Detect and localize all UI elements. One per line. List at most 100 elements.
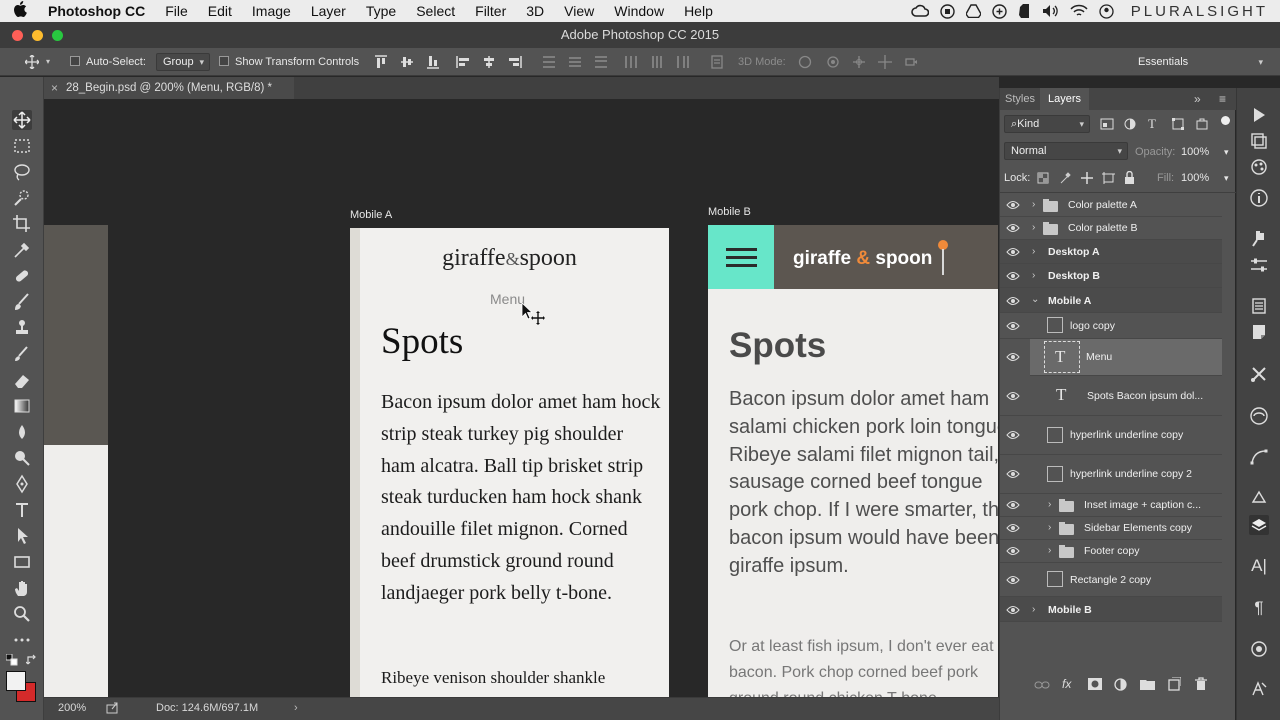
layer-row-color-palette-a[interactable]: › Color palette A bbox=[1000, 194, 1222, 217]
creative-cloud-icon[interactable] bbox=[911, 4, 929, 18]
eye-icon[interactable] bbox=[1006, 523, 1020, 533]
workspace-switcher[interactable]: Essentials ▾ bbox=[1131, 53, 1269, 71]
history-brush-tool-icon[interactable] bbox=[12, 344, 32, 364]
artboard-b-label[interactable]: Mobile B bbox=[708, 206, 751, 218]
tab-styles[interactable]: Styles bbox=[1005, 88, 1035, 110]
menu-app-name[interactable]: Photoshop CC bbox=[40, 0, 155, 22]
filter-shape-icon[interactable] bbox=[1172, 118, 1184, 130]
marquee-tool-icon[interactable] bbox=[12, 136, 32, 156]
dodge-tool-icon[interactable] bbox=[12, 448, 32, 468]
adjustment-layer-icon[interactable] bbox=[1114, 678, 1127, 691]
eye-icon[interactable] bbox=[1006, 321, 1020, 331]
blur-tool-icon[interactable] bbox=[12, 422, 32, 442]
move-tool-icon[interactable] bbox=[12, 110, 32, 130]
layer-row-desktop-a[interactable]: › Desktop A bbox=[1000, 240, 1222, 264]
character-icon[interactable]: A| bbox=[1249, 556, 1269, 576]
close-window-button[interactable] bbox=[12, 30, 23, 41]
swatches-icon[interactable] bbox=[1249, 639, 1269, 659]
expand-arrow-icon[interactable]: › bbox=[1032, 270, 1035, 281]
layer-row-color-palette-b[interactable]: › Color palette B bbox=[1000, 217, 1222, 240]
rectangle-tool-icon[interactable] bbox=[12, 552, 32, 572]
trash-icon[interactable] bbox=[1195, 677, 1207, 691]
layer-row-mobile-a[interactable]: ⌄ Mobile A bbox=[1000, 288, 1222, 313]
layer-row-logo-copy[interactable]: logo copy bbox=[1000, 313, 1222, 339]
new-layer-icon[interactable] bbox=[1168, 677, 1181, 691]
brush-settings-icon[interactable] bbox=[1249, 229, 1269, 249]
panel-menu-icon[interactable]: ≡ bbox=[1219, 88, 1226, 110]
swap-colors-icon[interactable] bbox=[26, 654, 38, 666]
menu-type[interactable]: Type bbox=[356, 0, 406, 22]
notes-icon[interactable] bbox=[1249, 322, 1269, 342]
expand-arrow-icon[interactable]: › bbox=[1032, 604, 1035, 615]
lock-image-icon[interactable] bbox=[1059, 172, 1071, 184]
filter-smart-object-icon[interactable] bbox=[1196, 118, 1208, 130]
eye-icon[interactable] bbox=[1006, 223, 1020, 233]
menu-file[interactable]: File bbox=[155, 0, 198, 22]
distribute-right-icon[interactable] bbox=[676, 55, 690, 69]
hand-tool-icon[interactable] bbox=[12, 578, 32, 598]
expand-arrow-icon[interactable]: › bbox=[1048, 499, 1051, 510]
menu-select[interactable]: Select bbox=[406, 0, 465, 22]
tool-presets-icon[interactable] bbox=[1249, 364, 1269, 384]
eye-icon[interactable] bbox=[1006, 500, 1020, 510]
move-tool-preset-icon[interactable] bbox=[25, 55, 39, 69]
minimize-window-button[interactable] bbox=[32, 30, 43, 41]
play-actions-icon[interactable] bbox=[1249, 105, 1269, 125]
layer-row-hyperlink-underline[interactable]: hyperlink underline copy bbox=[1000, 416, 1222, 455]
pen-tool-icon[interactable] bbox=[12, 474, 32, 494]
opacity-value[interactable]: 100% bbox=[1181, 144, 1209, 162]
expand-arrow-icon[interactable]: › bbox=[1032, 246, 1035, 257]
3d-scale-icon[interactable] bbox=[904, 55, 918, 69]
path-selection-tool-icon[interactable] bbox=[12, 526, 32, 546]
document-canvas[interactable]: Mobile A giraffe&spoon Menu Spots Bacon … bbox=[44, 99, 998, 697]
distribute-top-icon[interactable] bbox=[542, 55, 556, 69]
expand-arrow-icon[interactable]: › bbox=[1048, 545, 1051, 556]
filter-pixel-icon[interactable] bbox=[1100, 118, 1114, 130]
more-tools-icon[interactable] bbox=[12, 630, 32, 650]
close-tab-icon[interactable]: × bbox=[51, 77, 58, 99]
quick-selection-tool-icon[interactable] bbox=[12, 188, 32, 208]
drive-icon[interactable] bbox=[965, 4, 981, 18]
gradient-tool-icon[interactable] bbox=[12, 396, 32, 416]
layer-row-mobile-b[interactable]: › Mobile B bbox=[1000, 597, 1222, 622]
paths-icon[interactable] bbox=[1249, 447, 1269, 467]
new-group-icon[interactable] bbox=[1140, 678, 1155, 690]
align-horizontal-center-icon[interactable] bbox=[482, 55, 496, 69]
eye-icon[interactable] bbox=[1006, 430, 1020, 440]
distribute-hcenter-icon[interactable] bbox=[650, 55, 664, 69]
add-mask-icon[interactable] bbox=[1088, 678, 1102, 690]
layer-row-spots-text[interactable]: T Spots Bacon ipsum dol... bbox=[1000, 377, 1222, 416]
collapse-panel-icon[interactable]: » bbox=[1194, 88, 1201, 110]
info-icon[interactable] bbox=[1249, 188, 1269, 208]
menu-view[interactable]: View bbox=[554, 0, 604, 22]
expand-arrow-icon[interactable]: › bbox=[1032, 199, 1035, 210]
3d-roll-icon[interactable] bbox=[826, 55, 840, 69]
properties-icon[interactable] bbox=[1249, 296, 1269, 316]
blend-mode-dropdown[interactable]: Normal ▾ bbox=[1004, 142, 1128, 160]
eye-icon[interactable] bbox=[1006, 546, 1020, 556]
show-transform-checkbox[interactable]: Show Transform Controls bbox=[219, 48, 359, 76]
layer-row-inset-image[interactable]: › Inset image + caption c... bbox=[1000, 494, 1222, 517]
layer-row-desktop-b[interactable]: › Desktop B bbox=[1000, 264, 1222, 288]
3d-slide-icon[interactable] bbox=[878, 55, 892, 69]
menu-help[interactable]: Help bbox=[674, 0, 723, 22]
eye-icon[interactable] bbox=[1006, 200, 1020, 210]
artboard-mobile-b[interactable]: giraffe & spoon Spots Bacon ipsum dolor … bbox=[708, 225, 998, 697]
layer-filter-dropdown[interactable]: ⌕Kind ▾ bbox=[1004, 115, 1090, 133]
export-icon[interactable] bbox=[106, 702, 119, 714]
tab-layers[interactable]: Layers bbox=[1040, 88, 1090, 110]
evernote-icon[interactable] bbox=[1018, 3, 1031, 19]
align-left-icon[interactable] bbox=[456, 55, 470, 69]
lock-position-icon[interactable] bbox=[1080, 171, 1094, 185]
layer-row-hyperlink-underline-2[interactable]: hyperlink underline copy 2 bbox=[1000, 455, 1222, 494]
3d-drag-icon[interactable] bbox=[852, 55, 866, 69]
lasso-tool-icon[interactable] bbox=[12, 162, 32, 182]
history-icon[interactable] bbox=[1249, 131, 1269, 151]
expand-arrow-icon[interactable]: › bbox=[1048, 522, 1051, 533]
volume-icon[interactable] bbox=[1042, 4, 1059, 18]
link-layers-icon[interactable] bbox=[1034, 680, 1050, 690]
distribute-center-icon[interactable] bbox=[568, 55, 582, 69]
menu-edit[interactable]: Edit bbox=[198, 0, 242, 22]
menu-window[interactable]: Window bbox=[604, 0, 674, 22]
expand-arrow-icon[interactable]: › bbox=[1032, 222, 1035, 233]
